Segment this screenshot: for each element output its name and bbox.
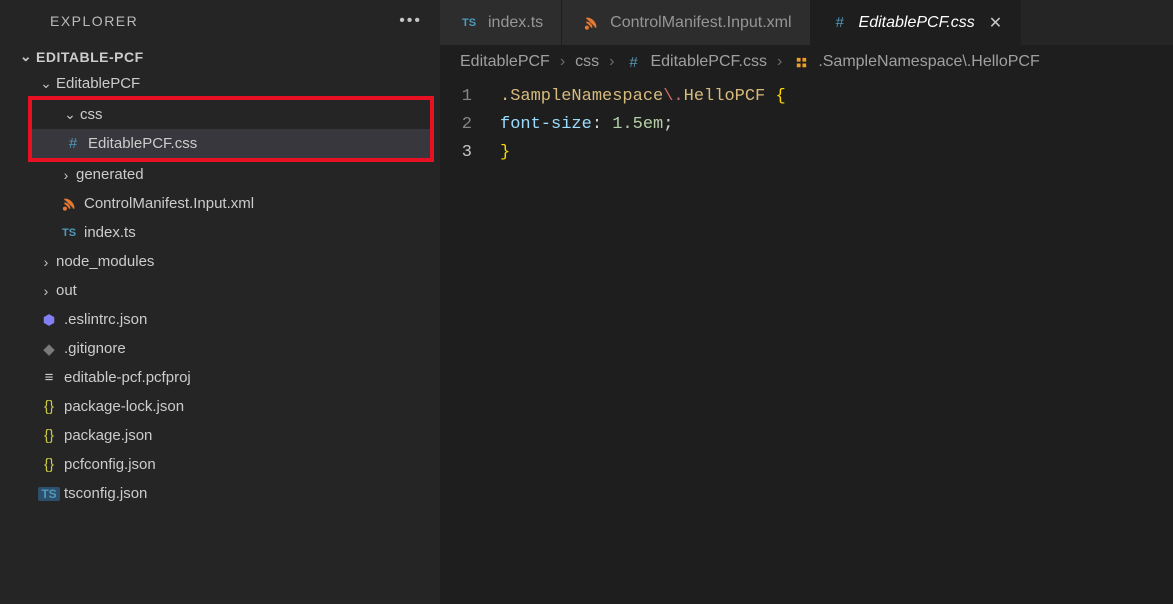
project-name: EDITABLE-PCF — [36, 49, 144, 65]
code-line: font-size: 1.5em; — [500, 111, 786, 139]
chevron-right-icon: › — [58, 167, 74, 183]
file-tree: ⌄ EditablePCF ⌄ css # EditablePCF.css › … — [0, 69, 440, 508]
css-file-icon: # — [62, 135, 84, 152]
breadcrumb-segment[interactable]: EditablePCF — [460, 53, 550, 71]
file-label: .eslintrc.json — [64, 311, 147, 328]
file-label: package.json — [64, 427, 152, 444]
line-number: 1 — [440, 83, 472, 111]
json-file-icon: {} — [38, 456, 60, 473]
tab-index-ts[interactable]: TS index.ts — [440, 0, 562, 45]
file-label: EditablePCF.css — [88, 135, 197, 152]
line-gutter: 1 2 3 — [440, 83, 500, 167]
chevron-right-icon: › — [38, 254, 54, 270]
breadcrumb[interactable]: EditablePCF › css › # EditablePCF.css › … — [440, 45, 1173, 79]
tree-file-eslintrc[interactable]: .eslintrc.json — [0, 305, 440, 334]
file-label: pcfconfig.json — [64, 456, 156, 473]
tab-editablepcf-css[interactable]: # EditablePCF.css ✕ — [811, 0, 1022, 45]
eslint-file-icon — [38, 313, 60, 327]
tree-file-tsconfig[interactable]: TS tsconfig.json — [0, 479, 440, 508]
folder-label: generated — [76, 166, 144, 183]
tree-folder-generated[interactable]: › generated — [0, 160, 440, 189]
tree-folder-out[interactable]: › out — [0, 276, 440, 305]
file-label: package-lock.json — [64, 398, 184, 415]
tree-file-package-json[interactable]: {} package.json — [0, 421, 440, 450]
tree-file-package-lock[interactable]: {} package-lock.json — [0, 392, 440, 421]
code-editor[interactable]: 1 2 3 .SampleNamespace\.HelloPCF { font-… — [440, 79, 1173, 167]
xml-file-icon — [58, 197, 80, 211]
css-file-icon: # — [829, 14, 851, 31]
tab-label: EditablePCF.css — [859, 14, 975, 32]
tree-folder-editablepcf[interactable]: ⌄ EditablePCF — [0, 69, 440, 98]
folder-label: out — [56, 282, 77, 299]
typescript-file-icon: TS — [58, 227, 80, 239]
more-actions-icon[interactable]: ••• — [399, 12, 422, 30]
tab-label: ControlManifest.Input.xml — [610, 14, 791, 32]
tsconfig-file-icon: TS — [38, 487, 60, 501]
file-label: index.ts — [84, 224, 136, 241]
file-label: .gitignore — [64, 340, 126, 357]
folder-label: EditablePCF — [56, 75, 140, 92]
tree-folder-node-modules[interactable]: › node_modules — [0, 247, 440, 276]
explorer-header: EXPLORER ••• — [0, 0, 440, 44]
folder-label: node_modules — [56, 253, 154, 270]
close-icon[interactable]: ✕ — [989, 13, 1002, 33]
tree-folder-css[interactable]: ⌄ css — [32, 100, 430, 129]
code-line: } — [500, 139, 786, 167]
breadcrumb-segment[interactable]: css — [575, 53, 599, 71]
symbol-icon — [792, 55, 810, 70]
typescript-file-icon: TS — [458, 17, 480, 29]
json-file-icon: {} — [38, 398, 60, 415]
explorer-title: EXPLORER — [50, 13, 138, 29]
css-file-icon: # — [624, 54, 642, 71]
file-label: editable-pcf.pcfproj — [64, 369, 191, 386]
code-content[interactable]: .SampleNamespace\.HelloPCF { font-size: … — [500, 83, 786, 167]
editor-area: TS index.ts ControlManifest.Input.xml # … — [440, 0, 1173, 604]
tree-file-index-ts[interactable]: TS index.ts — [0, 218, 440, 247]
tree-file-editablepcf-css[interactable]: # EditablePCF.css — [32, 129, 430, 158]
chevron-down-icon: ⌄ — [38, 75, 54, 92]
tab-label: index.ts — [488, 14, 543, 32]
breadcrumb-segment[interactable]: .SampleNamespace\.HelloPCF — [818, 53, 1039, 71]
tree-file-pcfproj[interactable]: ≡ editable-pcf.pcfproj — [0, 363, 440, 392]
tree-file-gitignore[interactable]: ◆ .gitignore — [0, 334, 440, 363]
code-line: .SampleNamespace\.HelloPCF { — [500, 83, 786, 111]
gitignore-file-icon: ◆ — [38, 340, 60, 358]
chevron-right-icon: › — [777, 53, 782, 71]
file-label: ControlManifest.Input.xml — [84, 195, 254, 212]
chevron-down-icon: ⌄ — [18, 48, 34, 65]
line-number: 3 — [440, 139, 472, 167]
folder-label: css — [80, 106, 103, 123]
project-file-icon: ≡ — [38, 369, 60, 386]
chevron-right-icon: › — [560, 53, 565, 71]
chevron-right-icon: › — [609, 53, 614, 71]
file-label: tsconfig.json — [64, 485, 147, 502]
json-file-icon: {} — [38, 427, 60, 444]
chevron-right-icon: › — [38, 283, 54, 299]
tree-file-manifest[interactable]: ControlManifest.Input.xml — [0, 189, 440, 218]
line-number: 2 — [440, 111, 472, 139]
tab-manifest[interactable]: ControlManifest.Input.xml — [562, 0, 810, 45]
highlighted-region: ⌄ css # EditablePCF.css — [28, 96, 434, 162]
xml-file-icon — [580, 16, 602, 30]
breadcrumb-segment[interactable]: EditablePCF.css — [650, 53, 767, 71]
chevron-down-icon: ⌄ — [62, 106, 78, 123]
tree-file-pcfconfig[interactable]: {} pcfconfig.json — [0, 450, 440, 479]
explorer-sidebar: EXPLORER ••• ⌄ EDITABLE-PCF ⌄ EditablePC… — [0, 0, 440, 604]
project-section-header[interactable]: ⌄ EDITABLE-PCF — [0, 44, 440, 69]
editor-tabs: TS index.ts ControlManifest.Input.xml # … — [440, 0, 1173, 45]
